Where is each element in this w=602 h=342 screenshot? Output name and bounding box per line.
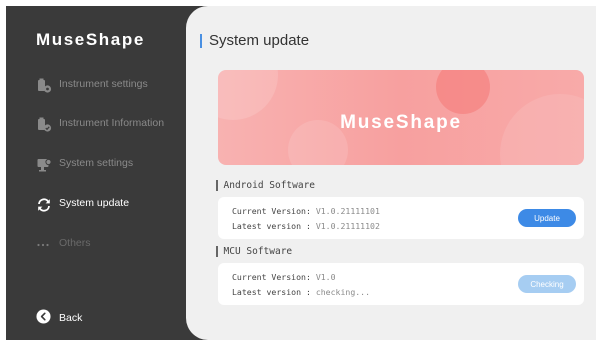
brand-banner: MuseShape: [218, 70, 584, 165]
sidebar-item-others[interactable]: Others: [6, 233, 196, 257]
current-version-row: Current Version: V1.0.21111101: [232, 206, 380, 216]
back-label: Back: [59, 312, 83, 324]
current-version-row: Current Version: V1.0: [232, 272, 336, 282]
refresh-icon: [36, 197, 52, 213]
sidebar-item-instrument-settings[interactable]: Instrument settings: [6, 74, 196, 98]
instrument-settings-icon: [36, 78, 52, 94]
sidebar-item-label: Instrument settings: [59, 78, 148, 90]
sidebar: MuseShape Instrument settings Instrument…: [6, 6, 216, 340]
page-title-text: System update: [209, 32, 310, 49]
banner-brand-text: MuseShape: [340, 112, 462, 133]
sidebar-item-label: Instrument Information: [59, 117, 165, 129]
brand-logo: MuseShape: [36, 30, 145, 49]
section-title-android: Android Software: [216, 180, 315, 191]
page-title: System update: [200, 32, 309, 49]
section-accent-bar: [216, 246, 218, 257]
android-update-card: Current Version: V1.0.21111101 Latest ve…: [218, 197, 584, 239]
latest-version-row: Latest version : V1.0.21111102: [232, 221, 380, 231]
sidebar-item-label: Others: [59, 237, 91, 249]
more-dots-icon: [36, 237, 52, 253]
device-screen: MuseShape Instrument settings Instrument…: [0, 0, 602, 342]
sidebar-item-label: System update: [59, 197, 130, 209]
title-accent-bar: [200, 33, 202, 48]
banner-decor-circle: [436, 70, 490, 114]
mcu-update-card: Current Version: V1.0 Latest version : c…: [218, 263, 584, 305]
sidebar-item-system-settings[interactable]: System settings: [6, 153, 196, 177]
system-settings-icon: [36, 157, 52, 173]
section-title-mcu: MCU Software: [216, 246, 292, 257]
main-panel: System update MuseShape Android Software…: [186, 6, 596, 340]
back-arrow-icon: [36, 308, 51, 328]
instrument-info-icon: [36, 117, 52, 133]
section-accent-bar: [216, 180, 218, 191]
sidebar-item-system-update[interactable]: System update: [6, 193, 196, 217]
sidebar-item-instrument-information[interactable]: Instrument Information: [6, 113, 196, 137]
latest-version-row: Latest version : checking...: [232, 287, 371, 297]
back-button[interactable]: Back: [36, 308, 83, 328]
sidebar-item-label: System settings: [59, 157, 134, 169]
update-button[interactable]: Update: [518, 209, 576, 227]
checking-button[interactable]: Checking: [518, 275, 576, 293]
